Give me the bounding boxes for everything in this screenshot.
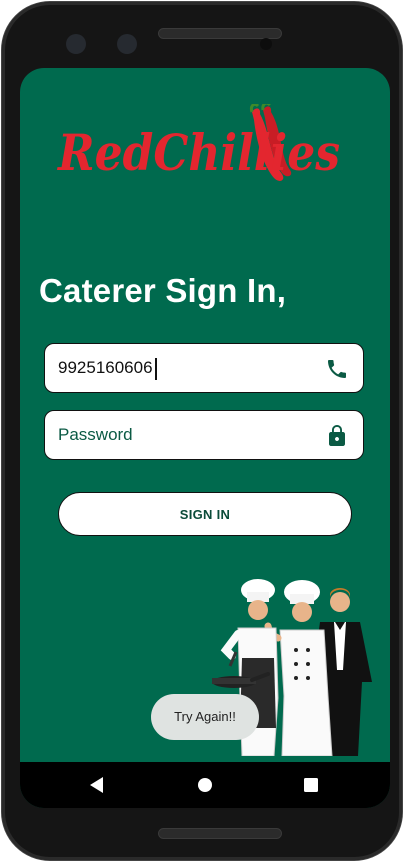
system-navbar <box>20 762 390 808</box>
redchillies-logo: RedChillies <box>56 104 340 182</box>
text-cursor <box>155 358 157 380</box>
bottom-speaker <box>158 828 282 839</box>
front-sensor <box>117 34 137 54</box>
recents-icon[interactable] <box>296 770 326 800</box>
front-camera <box>66 34 86 54</box>
phone-field[interactable] <box>44 343 364 393</box>
password-field[interactable] <box>44 410 364 460</box>
page-title: Caterer Sign In, <box>39 272 287 309</box>
app-screen: RedChillies Caterer Sign In, SIGN IN <box>20 68 390 808</box>
home-icon[interactable] <box>190 770 220 800</box>
logo-text: RedChillies <box>56 123 340 182</box>
password-input[interactable] <box>58 411 308 459</box>
lock-icon <box>329 425 345 446</box>
phone-input[interactable] <box>58 344 308 392</box>
sign-in-button[interactable]: SIGN IN <box>58 492 352 536</box>
toast-message: Try Again!! <box>151 694 259 740</box>
proximity-sensor <box>260 38 272 50</box>
phone-icon <box>328 360 346 378</box>
phone-frame: RedChillies Caterer Sign In, SIGN IN <box>2 2 402 860</box>
back-icon[interactable] <box>82 770 112 800</box>
